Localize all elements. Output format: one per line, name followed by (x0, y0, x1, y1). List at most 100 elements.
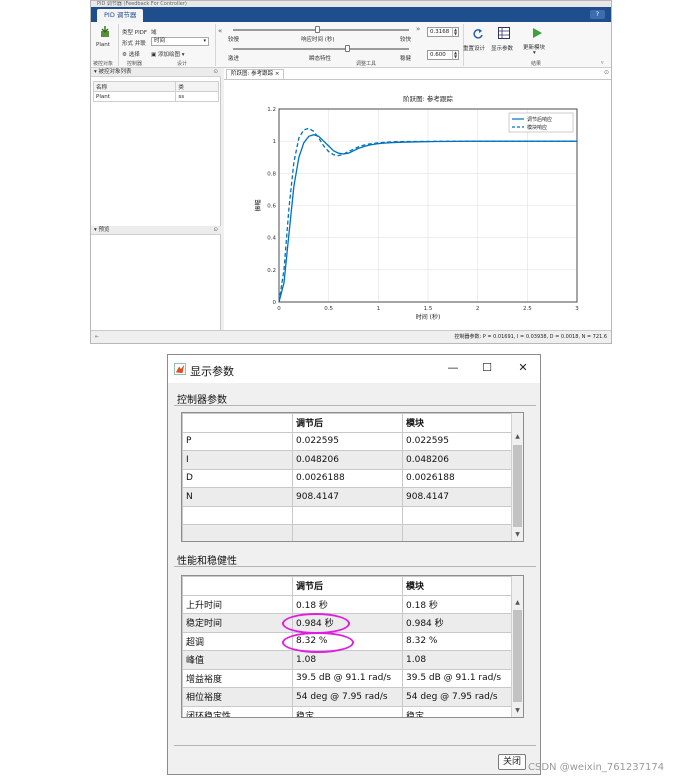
column-header[interactable] (182, 576, 293, 596)
table-cell-name[interactable]: 闭环稳定性 (182, 705, 293, 717)
table-cell-block[interactable] (402, 524, 513, 541)
show-parameters-button[interactable]: 显示参数 (491, 44, 513, 52)
table-row[interactable]: Plant ss (92, 91, 219, 102)
tab-pid-tuner[interactable]: PID 调节器 (97, 9, 144, 22)
table-row[interactable]: 峰值 1.08 1.08 (182, 650, 513, 670)
play-icon[interactable] (531, 27, 543, 39)
ribbon-collapse-icon[interactable]: ▿ (601, 60, 604, 66)
table-cell-name[interactable] (182, 505, 293, 525)
close-window-button[interactable]: ✕ (516, 361, 530, 375)
col-type-header[interactable]: 类 (175, 81, 219, 92)
table-row[interactable]: P 0.022595 0.022595 (182, 431, 513, 451)
scroll-down-icon[interactable]: ▼ (512, 530, 523, 540)
scroll-up-icon[interactable]: ▲ (512, 598, 523, 608)
table-row[interactable] (182, 524, 513, 541)
performance-table-scrollbar[interactable]: ▲ ▼ (511, 576, 523, 717)
table-cell-name[interactable]: I (182, 450, 293, 470)
table-cell-block[interactable]: 8.32 % (402, 631, 513, 651)
response-time-slider-thumb[interactable] (315, 26, 320, 33)
chevron-down-icon[interactable]: ▾ (533, 50, 536, 56)
table-cell-name[interactable]: 相位裕度 (182, 687, 293, 707)
resize-handle-icon[interactable]: ⇤ (95, 331, 99, 343)
table-row[interactable]: 闭环稳定性 稳定 稳定 (182, 705, 513, 717)
add-plot-button[interactable]: ▣ 添加绘图 ▾ (151, 50, 184, 58)
table-cell-tuned[interactable]: 908.4147 (292, 487, 403, 507)
transient-spinner[interactable]: 0.600 ▲ ▼ (427, 50, 459, 60)
scrollbar-thumb[interactable] (513, 610, 522, 702)
tab-step-plot[interactable]: 阶跃图: 参考跟踪 × (226, 69, 285, 79)
table-cell-block[interactable]: 0.048206 (402, 450, 513, 470)
table-cell-tuned[interactable]: 0.0026188 (292, 468, 403, 488)
column-header[interactable]: 模块 (402, 413, 513, 433)
minimize-button[interactable]: — (446, 361, 460, 375)
table-cell-tuned[interactable]: 0.048206 (292, 450, 403, 470)
table-cell-block[interactable]: 54 deg @ 7.95 rad/s (402, 687, 513, 707)
table-row[interactable]: 增益裕度 39.5 dB @ 91.1 rad/s 39.5 dB @ 91.1 r… (182, 668, 513, 688)
table-cell-name[interactable]: 稳定时间 (182, 613, 293, 633)
column-header[interactable]: 调节后 (292, 576, 403, 596)
controller-table-scrollbar[interactable]: ▲ ▼ (511, 413, 523, 541)
domain-dropdown[interactable]: 时间 ▾ (151, 37, 209, 46)
table-icon[interactable] (498, 27, 510, 39)
response-time-slider-track[interactable] (233, 29, 409, 31)
table-cell-tuned[interactable]: 稳定 (292, 705, 403, 717)
scroll-up-icon[interactable]: ▲ (512, 432, 523, 442)
spinner-arrows-icon[interactable]: ▲ ▼ (452, 51, 458, 59)
table-row[interactable]: D 0.0026188 0.0026188 (182, 468, 513, 488)
close-button[interactable]: 关闭 (498, 754, 526, 770)
maximize-button[interactable]: ☐ (480, 361, 494, 375)
col-name-header[interactable]: 名称 (92, 81, 177, 92)
close-icon[interactable]: × (273, 71, 280, 77)
help-button[interactable]: ? (590, 10, 605, 19)
step-response-chart[interactable]: 0 0.5 1 1.5 2 2.5 3 0 0.2 0.4 0.6 0.8 1 1.2 阶跃图: 参考跟踪时… (224, 80, 612, 330)
table-row[interactable] (182, 505, 513, 525)
table-row[interactable]: 相位裕度 54 deg @ 7.95 rad/s 54 deg @ 7.95 rad… (182, 687, 513, 707)
table-cell-tuned[interactable]: 0.022595 (292, 431, 403, 451)
table-cell-tuned[interactable]: 54 deg @ 7.95 rad/s (292, 687, 403, 707)
table-cell-block[interactable]: 1.08 (402, 650, 513, 670)
plant-name-cell[interactable]: Plant (92, 91, 177, 102)
table-cell-block[interactable]: 0.022595 (402, 431, 513, 451)
column-header[interactable] (182, 413, 293, 433)
scroll-down-icon[interactable]: ▼ (512, 706, 523, 716)
column-header[interactable]: 模块 (402, 576, 513, 596)
plant-type-cell[interactable]: ss (175, 91, 219, 102)
table-cell-name[interactable] (182, 524, 293, 541)
plant-button[interactable]: Plant (96, 42, 110, 48)
transient-slider-thumb[interactable] (345, 45, 350, 52)
table-cell-tuned[interactable]: 0.18 秒 (292, 594, 403, 614)
table-cell-tuned[interactable] (292, 505, 403, 525)
close-icon[interactable]: ⊙ (213, 68, 218, 77)
select-button[interactable]: ⚙ 选择 (122, 50, 140, 58)
reset-design-button[interactable]: 重置设计 (463, 44, 485, 52)
table-cell-tuned[interactable]: 1.08 (292, 650, 403, 670)
table-cell-block[interactable] (402, 505, 513, 525)
table-row[interactable]: N 908.4147 908.4147 (182, 487, 513, 507)
spinner-arrows-icon[interactable]: ▲ ▼ (452, 28, 458, 36)
table-row[interactable]: I 0.048206 0.048206 (182, 450, 513, 470)
reset-icon[interactable] (472, 28, 484, 39)
close-icon[interactable]: ⊙ (604, 69, 609, 76)
table-cell-block[interactable]: 908.4147 (402, 487, 513, 507)
table-cell-name[interactable]: 超调 (182, 631, 293, 651)
plant-icon[interactable] (99, 26, 111, 38)
table-cell-block[interactable]: 0.18 秒 (402, 594, 513, 614)
table-cell-block[interactable]: 0.0026188 (402, 468, 513, 488)
table-cell-block[interactable]: 39.5 dB @ 91.1 rad/s (402, 668, 513, 688)
table-cell-name[interactable]: D (182, 468, 293, 488)
table-cell-name[interactable]: N (182, 487, 293, 507)
transient-slider-track[interactable] (233, 48, 409, 50)
expand-right-icon[interactable]: » (416, 25, 420, 33)
table-cell-name[interactable]: 上升时间 (182, 594, 293, 614)
scrollbar-thumb[interactable] (513, 445, 522, 527)
close-icon[interactable]: ⊙ (213, 226, 218, 235)
table-cell-name[interactable]: 增益裕度 (182, 668, 293, 688)
table-row[interactable]: 上升时间 0.18 秒 0.18 秒 (182, 594, 513, 614)
column-header[interactable]: 调节后 (292, 413, 403, 433)
table-cell-tuned[interactable] (292, 524, 403, 541)
table-cell-name[interactable]: P (182, 431, 293, 451)
table-cell-block[interactable]: 稳定 (402, 705, 513, 717)
response-time-spinner[interactable]: 0.3168 ▲ ▼ (427, 27, 459, 37)
table-cell-tuned[interactable]: 39.5 dB @ 91.1 rad/s (292, 668, 403, 688)
table-cell-block[interactable]: 0.984 秒 (402, 613, 513, 633)
